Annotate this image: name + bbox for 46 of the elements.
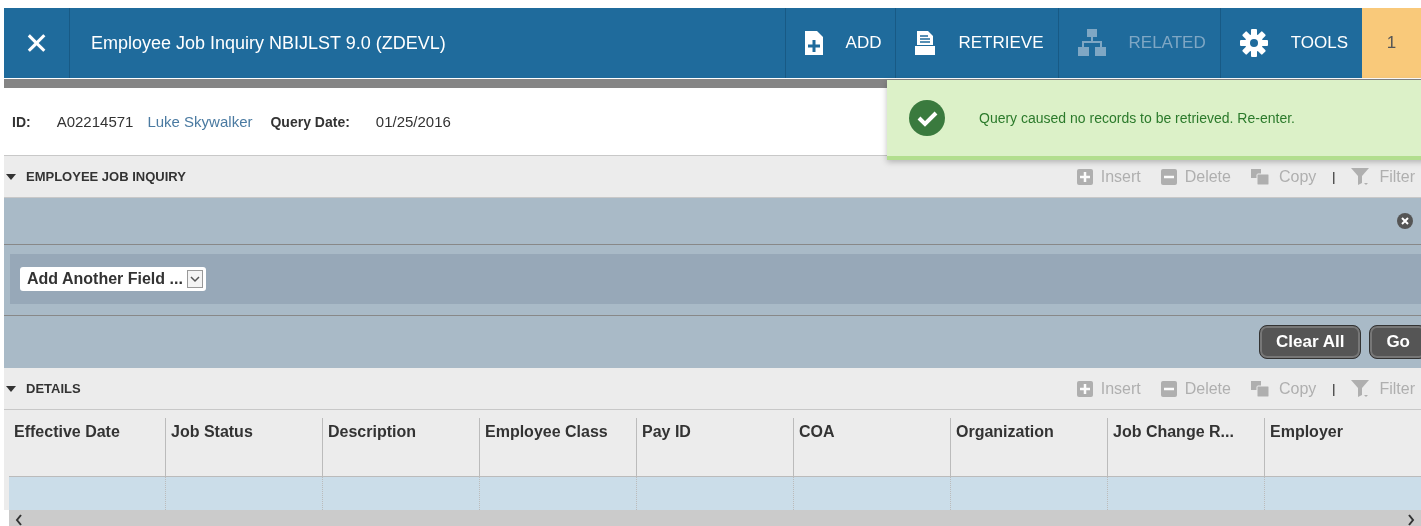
column-header[interactable]: Employee Class bbox=[480, 418, 637, 477]
copy-icon bbox=[1250, 380, 1271, 397]
section-title: DETAILS bbox=[26, 381, 81, 396]
document-icon bbox=[914, 31, 937, 55]
check-circle-icon bbox=[909, 100, 945, 136]
scroll-left-icon bbox=[15, 513, 23, 526]
notification-message: Query caused no records to be retrieved. Re-enter. bbox=[979, 110, 1295, 126]
notification-count[interactable]: 1 bbox=[1362, 8, 1421, 78]
retrieve-button[interactable]: RETRIEVE bbox=[895, 8, 1058, 78]
scroll-right-icon bbox=[1407, 513, 1415, 526]
column-header[interactable]: Organization bbox=[951, 418, 1108, 477]
chevron-down-icon bbox=[186, 270, 203, 288]
column-header[interactable]: Job Status bbox=[166, 418, 323, 477]
section-title: EMPLOYEE JOB INQUIRY bbox=[26, 169, 186, 184]
add-field-dropdown[interactable]: Add Another Field ... bbox=[20, 267, 206, 291]
horizontal-scrollbar[interactable] bbox=[9, 510, 1421, 526]
minus-icon bbox=[1160, 380, 1177, 397]
query-date-label: Query Date: bbox=[270, 113, 350, 130]
copy-icon bbox=[1250, 168, 1271, 185]
caret-icon[interactable] bbox=[6, 385, 16, 392]
column-header[interactable]: Job Change R... bbox=[1108, 418, 1265, 477]
close-icon[interactable] bbox=[1397, 213, 1413, 229]
id-label: ID: bbox=[12, 113, 31, 130]
hierarchy-icon bbox=[1076, 29, 1107, 57]
plus-icon bbox=[1076, 168, 1093, 185]
column-header[interactable]: Pay ID bbox=[637, 418, 794, 477]
close-button[interactable]: ✕ bbox=[4, 8, 70, 78]
document-plus-icon bbox=[803, 31, 824, 55]
employee-name: Luke Skywalker bbox=[147, 113, 253, 130]
column-header[interactable]: COA bbox=[794, 418, 951, 477]
id-value: A02214571 bbox=[56, 113, 134, 130]
clear-all-button[interactable]: Clear All bbox=[1259, 325, 1362, 359]
settings-icon bbox=[1238, 28, 1269, 58]
separator: | bbox=[1332, 169, 1336, 184]
query-date-value: 01/25/2016 bbox=[375, 113, 451, 130]
plus-icon bbox=[1076, 380, 1093, 397]
column-header[interactable]: Description bbox=[323, 418, 480, 477]
caret-icon[interactable] bbox=[6, 173, 16, 180]
filter-icon bbox=[1351, 378, 1372, 399]
separator: | bbox=[1332, 381, 1336, 396]
window-title: Employee Job Inquiry NBIJLST 9.0 (ZDEVL) bbox=[90, 31, 447, 55]
minus-icon bbox=[1160, 168, 1177, 185]
add-button[interactable]: ADD bbox=[784, 8, 896, 78]
filter-icon bbox=[1351, 166, 1372, 187]
column-header[interactable]: Effective Date bbox=[9, 418, 166, 477]
go-button[interactable]: Go bbox=[1369, 325, 1421, 359]
